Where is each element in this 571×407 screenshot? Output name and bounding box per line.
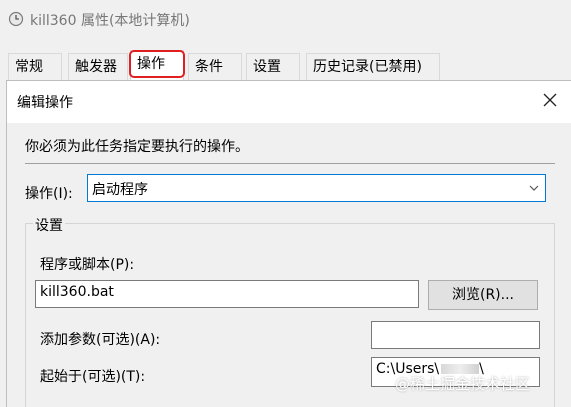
args-label: 添加参数(可选)(A):: [40, 332, 161, 348]
instruction-text: 你必须为此任务指定要执行的操作。: [25, 139, 249, 155]
args-input[interactable]: [371, 321, 540, 349]
dialog-body: 你必须为此任务指定要执行的操作。 操作(I): 启动程序 设置 程序或脚本(P)…: [7, 123, 571, 407]
program-input-value: kill360.bat: [40, 284, 114, 300]
parent-window-title: kill360 属性(本地计算机): [30, 13, 190, 29]
tab-strip: 常规 触发器 操作 条件 设置 历史记录(已禁用): [0, 50, 571, 82]
start-in-label: 起始于(可选)(T):: [40, 369, 146, 385]
edit-action-dialog: 编辑操作 你必须为此任务指定要执行的操作。 操作(I): 启动程序 设置 程序或…: [6, 80, 571, 407]
settings-legend: 设置: [33, 215, 65, 235]
program-input[interactable]: kill360.bat: [35, 280, 419, 308]
chevron-down-icon: [529, 185, 539, 191]
tab-actions[interactable]: 操作: [129, 50, 185, 80]
tab-general[interactable]: 常规: [8, 53, 62, 80]
tab-settings[interactable]: 设置: [246, 53, 300, 80]
tab-triggers[interactable]: 触发器: [68, 53, 128, 80]
action-label: 操作(I):: [25, 186, 73, 202]
action-select[interactable]: 启动程序: [87, 174, 546, 202]
close-icon[interactable]: [543, 93, 557, 107]
browse-button[interactable]: 浏览(R)...: [428, 280, 538, 310]
dialog-title: 编辑操作: [17, 95, 73, 111]
program-label: 程序或脚本(P):: [40, 257, 135, 273]
parent-titlebar: kill360 属性(本地计算机): [0, 0, 571, 38]
tab-history[interactable]: 历史记录(已禁用): [306, 53, 440, 80]
divider: [25, 163, 555, 164]
tab-conditions[interactable]: 条件: [188, 53, 242, 80]
action-select-value: 启动程序: [92, 182, 148, 198]
clock-icon: [8, 11, 24, 27]
watermark-text: @稀土掘金技术社区: [395, 375, 531, 393]
